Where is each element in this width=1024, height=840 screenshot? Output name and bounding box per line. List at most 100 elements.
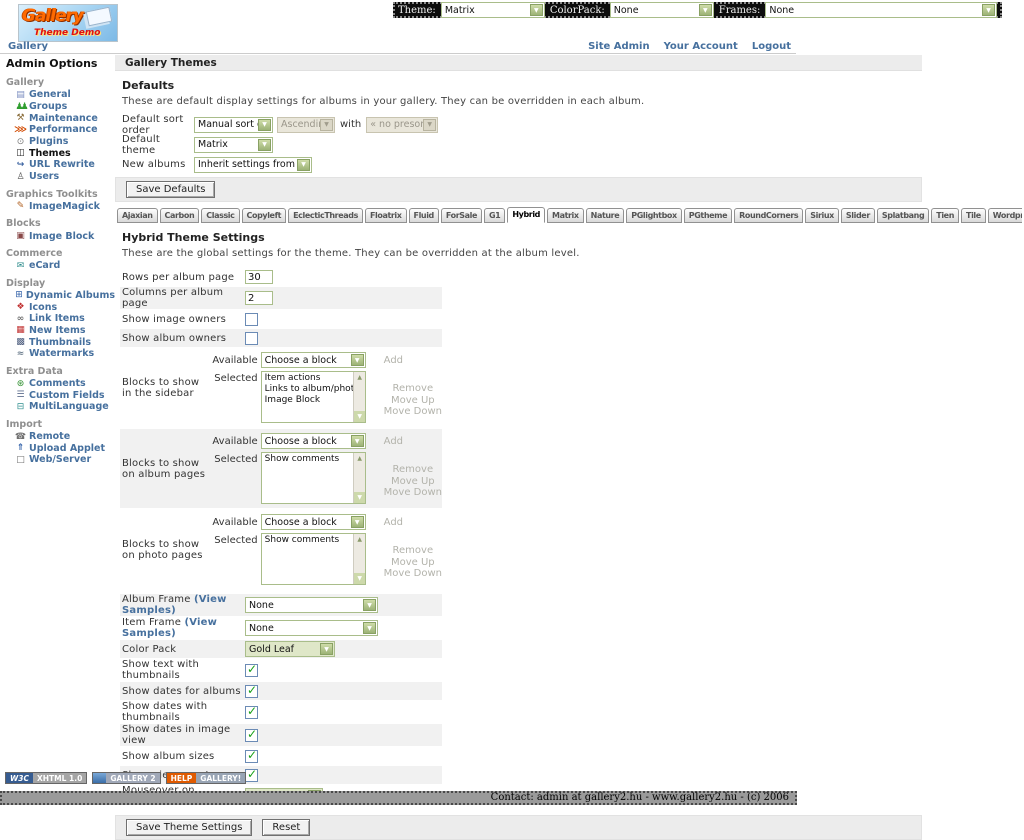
sidebar-item-icons[interactable]: Icons [6, 301, 115, 313]
sidebar-item-new-items[interactable]: New Items [6, 325, 115, 337]
add-button[interactable]: Add [384, 517, 403, 528]
logout-link[interactable]: Logout [752, 41, 791, 52]
add-button[interactable]: Add [384, 436, 403, 447]
sidebar-item-watermarks[interactable]: Watermarks [6, 348, 115, 360]
move-down-button[interactable]: Move Down [384, 487, 442, 499]
selected-blocks-listbox[interactable]: Show comments [261, 533, 366, 585]
sidebar-item-themes[interactable]: Themes [6, 147, 115, 159]
listbox-item[interactable]: Links to album/photo peers [265, 384, 351, 395]
reset-button[interactable]: Reset [262, 819, 310, 836]
sidebar-item-multilanguage[interactable]: MultiLanguage [6, 401, 115, 413]
sidebar-item-ecard[interactable]: eCard [6, 260, 115, 272]
sidebar-item-maintenance[interactable]: Maintenance [6, 112, 115, 124]
sidebar-item-imagemagick[interactable]: ImageMagick [6, 201, 115, 213]
move-down-button[interactable]: Move Down [384, 568, 442, 580]
sidebar-item-groups[interactable]: Groups [6, 101, 115, 113]
your-account-link[interactable]: Your Account [664, 41, 738, 52]
new-albums-select[interactable]: Inherit settings from parent album [194, 157, 312, 173]
tab-floatrix[interactable]: Floatrix [365, 208, 407, 223]
save-defaults-button[interactable]: Save Defaults [126, 181, 215, 198]
tab-splatbang[interactable]: Splatbang [877, 208, 929, 223]
remove-button[interactable]: Remove [393, 545, 434, 557]
site-admin-link[interactable]: Site Admin [588, 41, 650, 52]
show-album-sizes-checkbox[interactable] [245, 750, 258, 763]
show-dates-albums-checkbox[interactable] [245, 685, 258, 698]
scroll-down-icon[interactable] [354, 411, 366, 422]
tab-tien[interactable]: Tien [931, 208, 959, 223]
listbox-item[interactable]: Show comments [265, 454, 351, 465]
tab-nature[interactable]: Nature [586, 208, 625, 223]
available-blocks-select[interactable]: Choose a block [261, 352, 366, 368]
sidebar-item-link-items[interactable]: Link Items [6, 313, 115, 325]
move-up-button[interactable]: Move Up [391, 395, 435, 407]
sidebar-item-dynamic-albums[interactable]: Dynamic Albums [6, 290, 115, 302]
sidebar-item-thumbnails[interactable]: Thumbnails [6, 336, 115, 348]
breadcrumb-gallery-link[interactable]: Gallery [8, 41, 48, 52]
tab-eclecticthreads[interactable]: EclecticThreads [288, 208, 363, 223]
frames-select[interactable]: None [765, 2, 997, 18]
scrollbar[interactable] [353, 453, 365, 503]
sidebar-item-url-rewrite[interactable]: URL Rewrite [6, 159, 115, 171]
scroll-up-icon[interactable] [354, 453, 366, 464]
tab-matrix[interactable]: Matrix [547, 208, 584, 223]
album-frame-select[interactable]: None [245, 597, 378, 613]
tab-siriux[interactable]: Siriux [805, 208, 839, 223]
add-button[interactable]: Add [384, 355, 403, 366]
tab-copyleft[interactable]: Copyleft [242, 208, 287, 223]
move-down-button[interactable]: Move Down [384, 406, 442, 418]
scrollbar[interactable] [353, 534, 365, 584]
sort-order-select[interactable]: Manual sort order [194, 117, 273, 133]
scroll-up-icon[interactable] [354, 534, 366, 545]
listbox-item[interactable]: Image Block [265, 395, 351, 406]
gallery-logo[interactable]: Gallery Theme Demo [18, 4, 118, 42]
show-view-counts-checkbox[interactable] [245, 769, 258, 782]
w3c-xhtml-badge[interactable]: W3CXHTML 1.0 [5, 772, 87, 784]
show-dates-image-view-checkbox[interactable] [245, 729, 258, 742]
sidebar-item-upload-applet[interactable]: Upload Applet [6, 442, 115, 454]
item-frame-select[interactable]: None [245, 620, 378, 636]
theme-select[interactable]: Matrix [441, 2, 545, 18]
tab-carbon[interactable]: Carbon [160, 208, 200, 223]
available-blocks-select[interactable]: Choose a block [261, 433, 366, 449]
color-pack-select[interactable]: Gold Leaf [245, 641, 335, 657]
show-dates-thumbnails-checkbox[interactable] [245, 706, 258, 719]
sidebar-item-plugins[interactable]: Plugins [6, 136, 115, 148]
sidebar-item-performance[interactable]: Performance [6, 124, 115, 136]
tab-slider[interactable]: Slider [841, 208, 875, 223]
tab-wordpressembedded[interactable]: WordpressEmbedded [988, 208, 1022, 223]
listbox-item[interactable]: Show comments [265, 535, 351, 546]
scrollbar[interactable] [353, 372, 365, 422]
remove-button[interactable]: Remove [393, 383, 434, 395]
selected-blocks-listbox[interactable]: Item actions Links to album/photo peers … [261, 371, 366, 423]
tab-hybrid[interactable]: Hybrid [507, 207, 545, 223]
save-theme-settings-button[interactable]: Save Theme Settings [126, 819, 252, 836]
gallery2-badge[interactable]: GALLERY 2 [92, 772, 160, 784]
selected-blocks-listbox[interactable]: Show comments [261, 452, 366, 504]
help-gallery-badge[interactable]: HELPGALLERY! [166, 772, 247, 784]
sidebar-item-custom-fields[interactable]: Custom Fields [6, 389, 115, 401]
tab-roundcorners[interactable]: RoundCorners [734, 208, 803, 223]
rows-per-page-input[interactable] [245, 270, 273, 284]
move-up-button[interactable]: Move Up [391, 476, 435, 488]
tab-g1[interactable]: G1 [484, 208, 505, 223]
show-text-thumbnails-checkbox[interactable] [245, 664, 258, 677]
sidebar-item-comments[interactable]: Comments [6, 378, 115, 390]
remove-button[interactable]: Remove [393, 464, 434, 476]
scroll-up-icon[interactable] [354, 372, 366, 383]
sidebar-item-web-server[interactable]: Web/Server [6, 454, 115, 466]
sidebar-item-general[interactable]: General [6, 89, 115, 101]
available-blocks-select[interactable]: Choose a block [261, 514, 366, 530]
tab-pgtheme[interactable]: PGtheme [684, 208, 732, 223]
tab-pglightbox[interactable]: PGlightbox [626, 208, 682, 223]
scroll-down-icon[interactable] [354, 573, 366, 584]
tab-classic[interactable]: Classic [201, 208, 239, 223]
tab-tile[interactable]: Tile [961, 208, 986, 223]
scroll-down-icon[interactable] [354, 492, 366, 503]
move-up-button[interactable]: Move Up [391, 557, 435, 569]
tab-fluid[interactable]: Fluid [409, 208, 439, 223]
default-theme-select[interactable]: Matrix [194, 137, 273, 153]
sidebar-item-users[interactable]: Users [6, 171, 115, 183]
tab-ajaxian[interactable]: Ajaxian [117, 208, 158, 223]
listbox-item[interactable]: Item actions [265, 373, 351, 384]
show-album-owners-checkbox[interactable] [245, 332, 258, 345]
